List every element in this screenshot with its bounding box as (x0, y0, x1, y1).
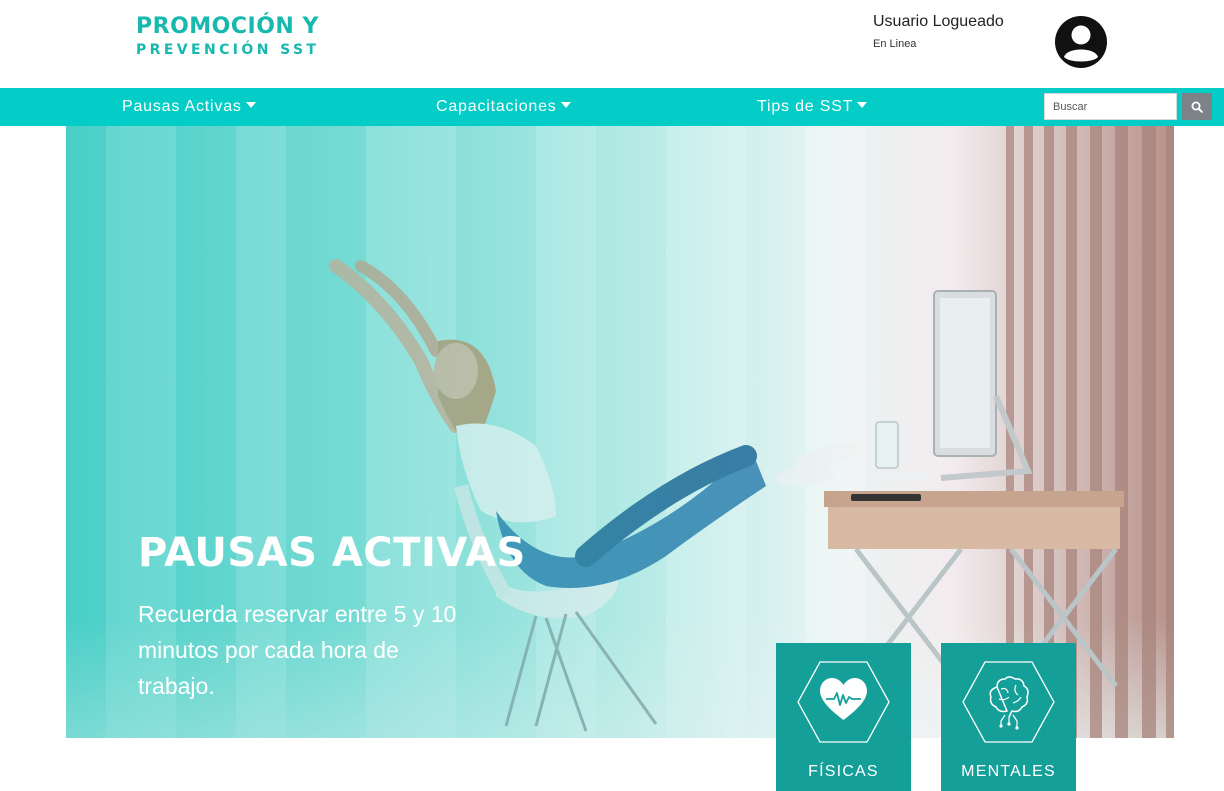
site-logo[interactable]: PROMOCIÓN Y PREVENCIÓN SST (136, 14, 319, 60)
logo-line-2: PREVENCIÓN SST (136, 42, 320, 58)
search-button[interactable] (1182, 93, 1212, 120)
user-name: Usuario Logueado (873, 13, 1004, 30)
hero-title: PAUSAS ACTIVAS (138, 530, 526, 576)
user-status: En Linea (873, 38, 917, 50)
user-info: Usuario Logueado En Linea (873, 12, 1004, 50)
main-navbar: Pausas Activas Capacitaciones Tips de SS… (0, 88, 1224, 126)
card-mentales[interactable]: MENTALES (941, 643, 1076, 791)
nav-pausas-activas[interactable]: Pausas Activas (122, 88, 256, 126)
caret-down-icon (857, 102, 868, 108)
card-fisicas[interactable]: FÍSICAS (776, 643, 911, 791)
site-header: PROMOCIÓN Y PREVENCIÓN SST Usuario Logue… (0, 0, 1224, 88)
nav-item-label: Capacitaciones (436, 98, 557, 115)
heart-pulse-icon (797, 661, 890, 743)
card-label: FÍSICAS (808, 763, 879, 780)
nav-tips-sst[interactable]: Tips de SST (757, 88, 868, 126)
user-avatar-icon[interactable] (1054, 15, 1108, 69)
nav-item-label: Pausas Activas (122, 98, 242, 115)
logo-line-1: PROMOCIÓN Y (136, 14, 319, 39)
nav-item-label: Tips de SST (757, 98, 854, 115)
brain-circuit-icon (962, 661, 1055, 743)
search-input[interactable] (1044, 93, 1177, 120)
caret-down-icon (245, 102, 256, 108)
card-label: MENTALES (961, 763, 1056, 780)
caret-down-icon (560, 102, 571, 108)
nav-capacitaciones[interactable]: Capacitaciones (436, 88, 571, 126)
search-icon (1191, 101, 1203, 113)
hero-description: Recuerda reservar entre 5 y 10 minutos p… (138, 601, 457, 699)
